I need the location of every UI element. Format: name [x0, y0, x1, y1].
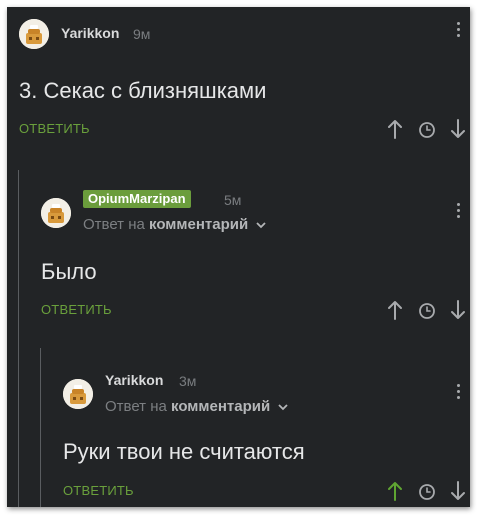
timestamp: 5м	[224, 192, 242, 208]
arrow-up-icon[interactable]	[385, 480, 405, 502]
username[interactable]: Yarikkon	[61, 25, 119, 41]
chevron-down-icon	[278, 404, 289, 411]
comment-text: Руки твои не считаются	[63, 439, 305, 464]
comment-3: Yarikkon 3м Ответ на комментарий Руки тв…	[7, 347, 470, 507]
reply-to-target: комментарий	[149, 216, 249, 233]
timestamp: 9м	[133, 26, 151, 42]
more-vertical-icon[interactable]	[453, 22, 463, 44]
comment-1: Yarikkon 9м 3. Секас с близняшками ОТВЕТ…	[7, 7, 470, 167]
comment-text: Было	[41, 259, 97, 284]
username-highlighted[interactable]: OpiumMarzipan	[83, 190, 191, 208]
comment-text: 3. Секас с близняшками	[19, 78, 267, 103]
reply-to-link[interactable]: Ответ на комментарий	[83, 216, 267, 233]
more-vertical-icon[interactable]	[453, 384, 463, 406]
comment-2: OpiumMarzipan 5м Ответ на комментарий Бы…	[7, 167, 470, 347]
avatar[interactable]	[63, 379, 93, 409]
avatar-image	[41, 198, 71, 228]
arrow-down-icon[interactable]	[448, 299, 468, 321]
avatar[interactable]	[19, 19, 49, 49]
timestamp: 3м	[179, 373, 197, 389]
more-vertical-icon[interactable]	[453, 203, 463, 225]
reply-to-target: комментарий	[171, 398, 271, 415]
reply-to-prefix: Ответ на	[105, 398, 167, 415]
reply-button[interactable]: ОТВЕТИТЬ	[19, 121, 90, 136]
avatar[interactable]	[41, 198, 71, 228]
reply-to-link[interactable]: Ответ на комментарий	[105, 398, 289, 415]
reply-to-prefix: Ответ на	[83, 216, 145, 233]
clock-icon[interactable]	[417, 119, 437, 141]
comments-thread: Yarikkon 9м 3. Секас с близняшками ОТВЕТ…	[7, 7, 470, 507]
reply-button[interactable]: ОТВЕТИТЬ	[41, 302, 112, 317]
clock-icon[interactable]	[417, 300, 437, 322]
username[interactable]: Yarikkon	[105, 372, 163, 388]
arrow-down-icon[interactable]	[448, 480, 468, 502]
clock-icon[interactable]	[417, 481, 437, 503]
arrow-down-icon[interactable]	[448, 118, 468, 140]
chevron-down-icon	[256, 222, 267, 229]
avatar-image	[19, 19, 49, 49]
avatar-image	[63, 379, 93, 409]
arrow-up-icon[interactable]	[385, 299, 405, 321]
arrow-up-icon[interactable]	[385, 118, 405, 140]
reply-button[interactable]: ОТВЕТИТЬ	[63, 483, 134, 498]
